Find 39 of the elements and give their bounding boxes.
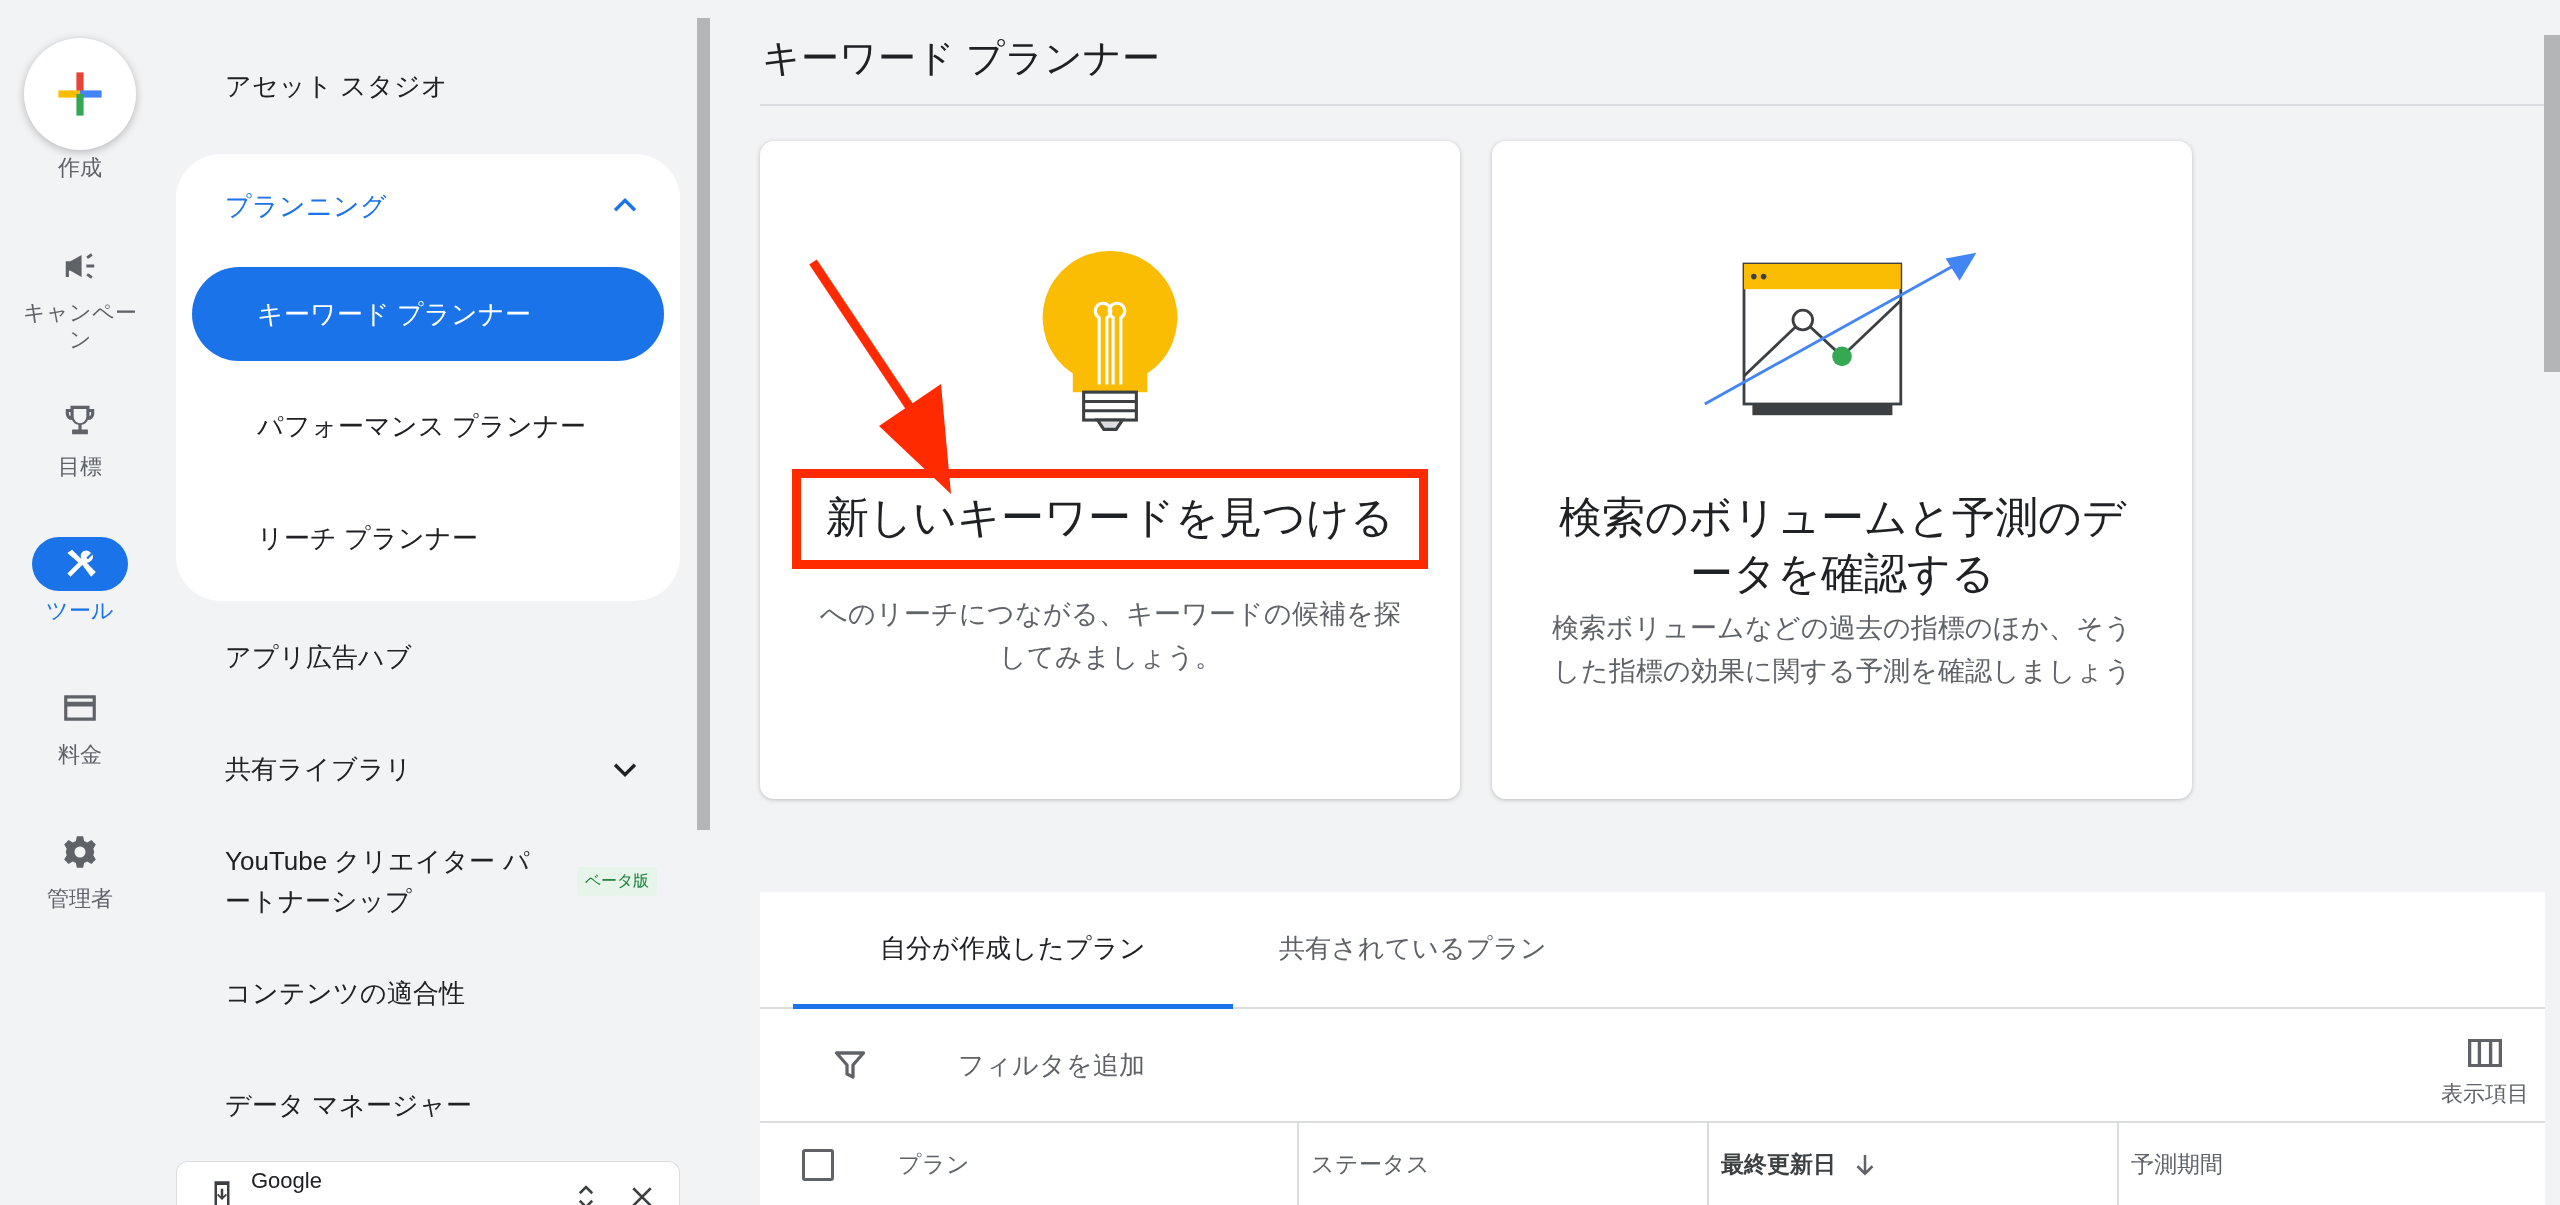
beta-badge: ベータ版 [577,866,657,896]
rail-item[interactable]: キャンペーン [15,239,145,353]
rail-item[interactable]: 管理者 [15,825,145,929]
scrollbar[interactable] [697,18,710,830]
sidebar-subitem[interactable]: キーワード プランナー [192,267,664,361]
plus-icon [56,70,104,118]
card-title: 新しいキーワードを見つける [826,492,1394,543]
rail-item[interactable]: 目標 [15,393,145,497]
hollow-point [1791,308,1814,332]
card-title: 検索のボリュームと予測のデータを確認する [1557,492,2128,599]
sidebar-item[interactable]: コンテンツの適合性 [176,937,680,1049]
page-title: キーワード プランナー [760,0,2545,106]
column-header[interactable]: プラン [898,1149,970,1180]
column-header[interactable]: 予測期間 [2131,1149,2223,1180]
columns-icon [2468,1039,2502,1067]
filled-point [1832,346,1852,367]
columns-button[interactable]: 表示項目 [2441,1021,2545,1109]
select-all-checkbox[interactable] [802,1148,834,1181]
sidebar-item[interactable]: YouTube クリエイター パートナーシップ ベータ版 [176,825,680,937]
sidebar-group-header[interactable]: プランニング [176,154,680,258]
option-card[interactable]: 新しいキーワードを見つける へのリーチにつながる、キーワードの候補を探してみましょう。 [760,141,1460,799]
plans-tab[interactable]: 共有されているプラン [1233,892,1593,1009]
sidebar-item[interactable]: アプリ広告ハブ [176,601,680,713]
plans-tab[interactable]: 自分が作成したプラン [793,892,1233,1009]
rail-item[interactable]: ツール [15,537,145,641]
sidebar-subitem[interactable]: パフォーマンス プランナー [192,379,664,473]
card-description: 検索ボリュームなどの過去の指標のほか、そうした指標の効果に関する予測を確認しましょう [1551,612,2133,688]
notification-title: Google [251,1168,323,1194]
card-description: へのリーチにつながる、キーワードの候補を探してみましょう。 [818,598,1402,674]
sidebar-item[interactable]: データ マネージャー [176,1049,680,1161]
scrollbar[interactable] [2544,35,2560,372]
sidebar-item[interactable]: アセット スタジオ [176,30,680,142]
sidebar-group-header[interactable]: 共有ライブラリ [176,713,680,825]
column-header[interactable]: 最終更新日 [1721,1149,1836,1180]
sidebar-subitem[interactable]: リーチ プランナー [192,491,664,585]
column-header[interactable]: ステータス [1311,1149,1430,1180]
settings-icon [61,833,99,871]
option-card[interactable]: 検索のボリュームと予測のデータを確認する 検索ボリュームなどの過去の指標のほか、そうした指標の効果に関する予測を確認しましょう [1492,141,2192,799]
rail-item[interactable]: 料金 [15,681,145,785]
